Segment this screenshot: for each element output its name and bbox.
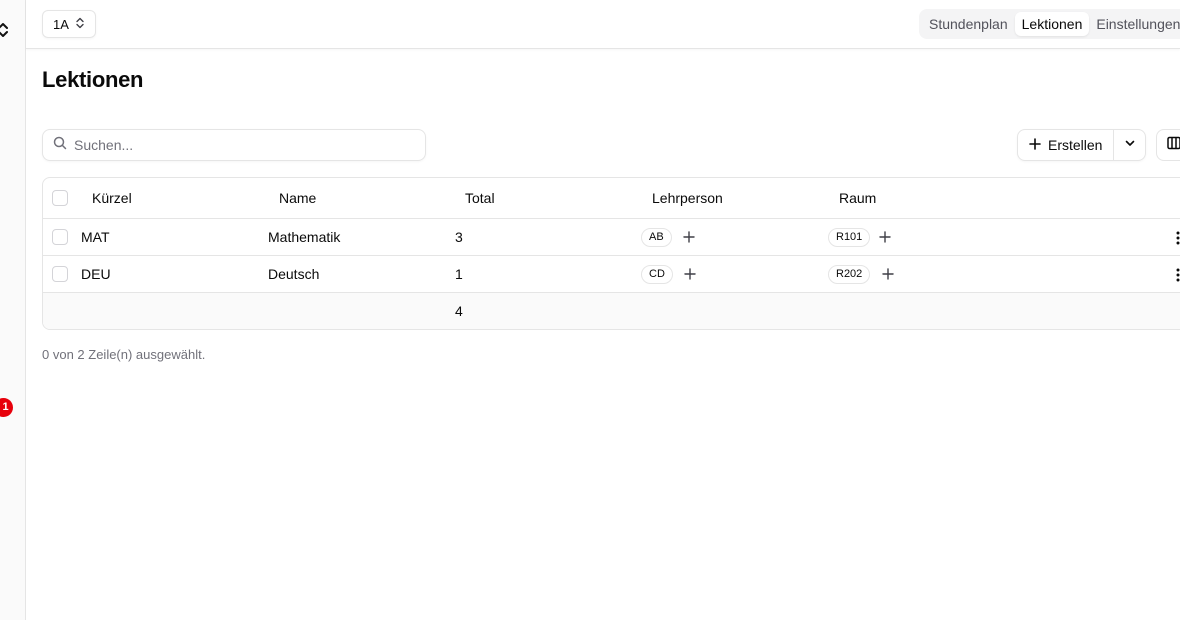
sidebar-rail: 1 <box>0 0 26 620</box>
class-select[interactable]: 1A <box>42 10 96 38</box>
column-header-total[interactable]: Total <box>465 190 495 206</box>
table-header-row: Kürzel Name Total Lehrperson Raum <box>43 178 1180 219</box>
create-button-label: Erstellen <box>1048 137 1103 153</box>
columns-button[interactable] <box>1156 129 1180 161</box>
chevron-up-down-icon[interactable] <box>0 22 9 38</box>
cell-total: 1 <box>455 266 463 282</box>
class-select-value: 1A <box>53 16 69 32</box>
cell-name: Mathematik <box>268 229 341 245</box>
add-teacher-icon[interactable] <box>683 267 697 281</box>
select-all-checkbox[interactable] <box>52 190 68 206</box>
view-tabs: Stundenplan Lektionen Einstellungen <box>919 9 1180 39</box>
tab-lektionen[interactable]: Lektionen <box>1014 12 1090 36</box>
cell-total: 3 <box>455 229 463 245</box>
column-header-name[interactable]: Name <box>279 190 316 206</box>
create-button[interactable]: Erstellen <box>1018 130 1115 160</box>
add-room-icon[interactable] <box>878 230 892 244</box>
notification-badge[interactable]: 1 <box>0 398 13 417</box>
columns-icon <box>1167 136 1180 155</box>
table-footer-row: 4 <box>43 293 1180 329</box>
tab-stundenplan[interactable]: Stundenplan <box>922 12 1015 36</box>
cell-name: Deutsch <box>268 266 320 282</box>
column-header-code[interactable]: Kürzel <box>92 190 132 206</box>
room-chip[interactable]: R202 <box>828 265 871 284</box>
row-actions-icon[interactable] <box>1173 230 1180 246</box>
add-teacher-icon[interactable] <box>682 230 696 244</box>
footer-total: 4 <box>455 303 463 319</box>
tab-einstellungen[interactable]: Einstellungen <box>1089 12 1180 36</box>
row-actions-icon[interactable] <box>1173 267 1180 283</box>
cell-code: MAT <box>81 229 110 245</box>
teacher-chip[interactable]: CD <box>641 265 673 284</box>
plus-icon <box>1029 137 1041 153</box>
column-header-teacher[interactable]: Lehrperson <box>652 190 723 206</box>
column-header-room[interactable]: Raum <box>839 190 876 206</box>
add-room-icon[interactable] <box>881 267 895 281</box>
table-row: DEU Deutsch 1 CD R202 <box>43 256 1180 293</box>
search-box[interactable] <box>42 129 426 161</box>
cell-code: DEU <box>81 266 111 282</box>
room-chip[interactable]: R101 <box>828 228 871 247</box>
row-checkbox[interactable] <box>52 266 68 282</box>
chevron-up-down-icon <box>75 17 85 32</box>
create-button-group: Erstellen <box>1017 129 1147 161</box>
page-title: Lektionen <box>42 67 144 92</box>
teacher-chip[interactable]: AB <box>641 228 672 247</box>
top-header: 1A Stundenplan Lektionen Einstellungen <box>26 0 1180 49</box>
table-row: MAT Mathematik 3 AB R101 <box>43 219 1180 256</box>
lessons-table: Kürzel Name Total Lehrperson Raum MAT Ma… <box>42 177 1180 330</box>
row-checkbox[interactable] <box>52 229 68 245</box>
chevron-down-icon <box>1124 136 1136 154</box>
search-icon <box>53 136 67 155</box>
create-dropdown-button[interactable] <box>1114 130 1145 160</box>
search-input[interactable] <box>74 137 404 153</box>
selection-status: 0 von 2 Zeile(n) ausgewählt. <box>42 347 206 362</box>
